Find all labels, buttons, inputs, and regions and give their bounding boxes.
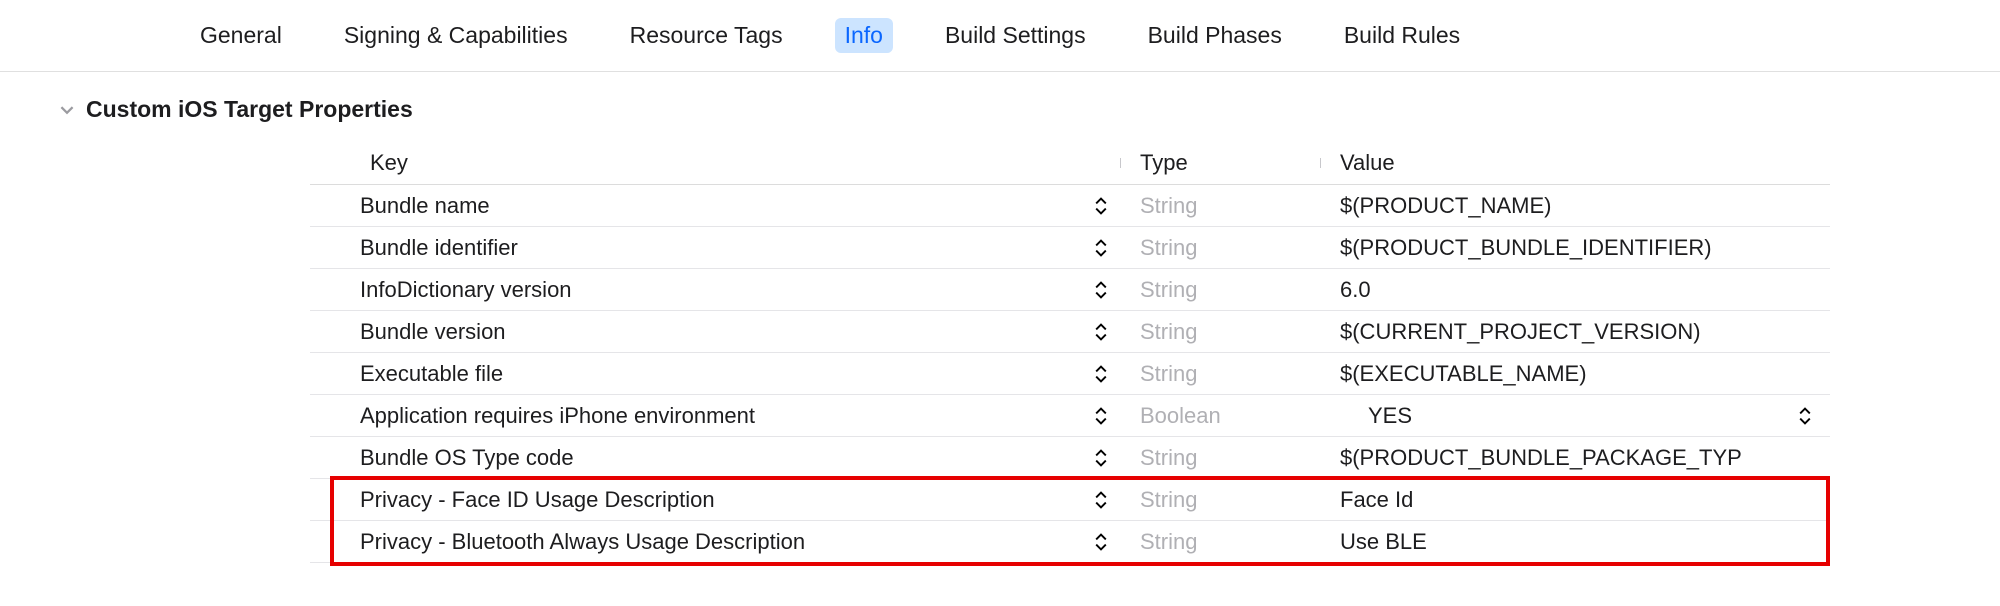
plist-type-cell[interactable]: String [1120, 361, 1320, 387]
key-stepper-icon[interactable] [1088, 239, 1114, 257]
plist-value-cell[interactable]: Use BLE [1320, 529, 1830, 555]
plist-type-cell[interactable]: String [1120, 445, 1320, 471]
plist-value-label: Use BLE [1340, 529, 1830, 555]
plist-value-cell[interactable]: 6.0 [1320, 277, 1830, 303]
plist-key-cell[interactable]: Application requires iPhone environment [310, 403, 1120, 429]
plist-value-label: $(PRODUCT_BUNDLE_PACKAGE_TYP [1340, 445, 1830, 471]
plist-key-label: Bundle OS Type code [360, 445, 1088, 471]
key-stepper-icon[interactable] [1088, 533, 1114, 551]
plist-type-cell[interactable]: Boolean [1120, 403, 1320, 429]
plist-key-label: Bundle name [360, 193, 1088, 219]
table-row[interactable]: Bundle name String $(PRODUCT_NAME) [310, 185, 1830, 227]
plist-key-label: Privacy - Face ID Usage Description [360, 487, 1088, 513]
plist-value-cell[interactable]: YES [1320, 403, 1830, 429]
tab-signing[interactable]: Signing & Capabilities [334, 18, 578, 53]
plist-key-cell[interactable]: Executable file [310, 361, 1120, 387]
key-stepper-icon[interactable] [1088, 281, 1114, 299]
table-row[interactable]: Privacy - Face ID Usage Description Stri… [310, 479, 1830, 521]
key-stepper-icon[interactable] [1088, 365, 1114, 383]
plist-type-cell[interactable]: String [1120, 319, 1320, 345]
plist-key-label: Executable file [360, 361, 1088, 387]
header-value[interactable]: Value [1320, 150, 1830, 176]
table-row[interactable]: Bundle OS Type code String $(PRODUCT_BUN… [310, 437, 1830, 479]
table-row[interactable]: Bundle identifier String $(PRODUCT_BUNDL… [310, 227, 1830, 269]
plist-type-cell[interactable]: String [1120, 529, 1320, 555]
tab-build-rules[interactable]: Build Rules [1334, 18, 1470, 53]
plist-key-label: Bundle version [360, 319, 1088, 345]
plist-header: Key Type Value [310, 141, 1830, 185]
plist-table: Key Type Value Bundle name String $(PROD… [310, 141, 1830, 563]
table-row[interactable]: Executable file String $(EXECUTABLE_NAME… [310, 353, 1830, 395]
key-stepper-icon[interactable] [1088, 491, 1114, 509]
table-row[interactable]: InfoDictionary version String 6.0 [310, 269, 1830, 311]
plist-type-cell[interactable]: String [1120, 235, 1320, 261]
plist-key-cell[interactable]: Bundle identifier [310, 235, 1120, 261]
plist-key-cell[interactable]: Bundle OS Type code [310, 445, 1120, 471]
plist-value-label: 6.0 [1340, 277, 1830, 303]
header-key[interactable]: Key [310, 150, 1120, 176]
tab-resource-tags[interactable]: Resource Tags [620, 18, 793, 53]
target-tabs: General Signing & Capabilities Resource … [0, 0, 2000, 72]
table-row[interactable]: Privacy - Bluetooth Always Usage Descrip… [310, 521, 1830, 563]
key-stepper-icon[interactable] [1088, 407, 1114, 425]
key-stepper-icon[interactable] [1088, 449, 1114, 467]
plist-value-cell[interactable]: $(PRODUCT_BUNDLE_PACKAGE_TYP [1320, 445, 1830, 471]
plist-type-cell[interactable]: String [1120, 277, 1320, 303]
plist-value-label: $(CURRENT_PROJECT_VERSION) [1340, 319, 1830, 345]
plist-key-cell[interactable]: Bundle version [310, 319, 1120, 345]
tab-build-settings[interactable]: Build Settings [935, 18, 1096, 53]
plist-value-cell[interactable]: Face Id [1320, 487, 1830, 513]
plist-key-label: Application requires iPhone environment [360, 403, 1088, 429]
plist-key-cell[interactable]: Privacy - Bluetooth Always Usage Descrip… [310, 529, 1120, 555]
tab-general[interactable]: General [190, 18, 292, 53]
plist-key-cell[interactable]: Privacy - Face ID Usage Description [310, 487, 1120, 513]
key-stepper-icon[interactable] [1088, 197, 1114, 215]
plist-value-cell[interactable]: $(PRODUCT_NAME) [1320, 193, 1830, 219]
section-title: Custom iOS Target Properties [86, 96, 413, 123]
plist-type-cell[interactable]: String [1120, 487, 1320, 513]
plist-key-label: Privacy - Bluetooth Always Usage Descrip… [360, 529, 1088, 555]
header-type[interactable]: Type [1120, 150, 1320, 176]
plist-value-cell[interactable]: $(PRODUCT_BUNDLE_IDENTIFIER) [1320, 235, 1830, 261]
value-stepper-icon[interactable] [1792, 407, 1818, 425]
plist-value-label: $(PRODUCT_NAME) [1340, 193, 1830, 219]
plist-value-label: $(EXECUTABLE_NAME) [1340, 361, 1830, 387]
plist-key-cell[interactable]: Bundle name [310, 193, 1120, 219]
plist-value-label: $(PRODUCT_BUNDLE_IDENTIFIER) [1340, 235, 1830, 261]
plist-value-label: YES [1340, 403, 1792, 429]
plist-value-cell[interactable]: $(EXECUTABLE_NAME) [1320, 361, 1830, 387]
tab-info[interactable]: Info [835, 18, 893, 53]
tab-build-phases[interactable]: Build Phases [1138, 18, 1292, 53]
table-row[interactable]: Bundle version String $(CURRENT_PROJECT_… [310, 311, 1830, 353]
plist-type-cell[interactable]: String [1120, 193, 1320, 219]
plist-key-label: Bundle identifier [360, 235, 1088, 261]
plist-value-label: Face Id [1340, 487, 1830, 513]
plist-key-label: InfoDictionary version [360, 277, 1088, 303]
plist-key-cell[interactable]: InfoDictionary version [310, 277, 1120, 303]
chevron-down-icon [58, 101, 76, 119]
section-header[interactable]: Custom iOS Target Properties [0, 72, 2000, 133]
table-row[interactable]: Application requires iPhone environment … [310, 395, 1830, 437]
key-stepper-icon[interactable] [1088, 323, 1114, 341]
plist-value-cell[interactable]: $(CURRENT_PROJECT_VERSION) [1320, 319, 1830, 345]
